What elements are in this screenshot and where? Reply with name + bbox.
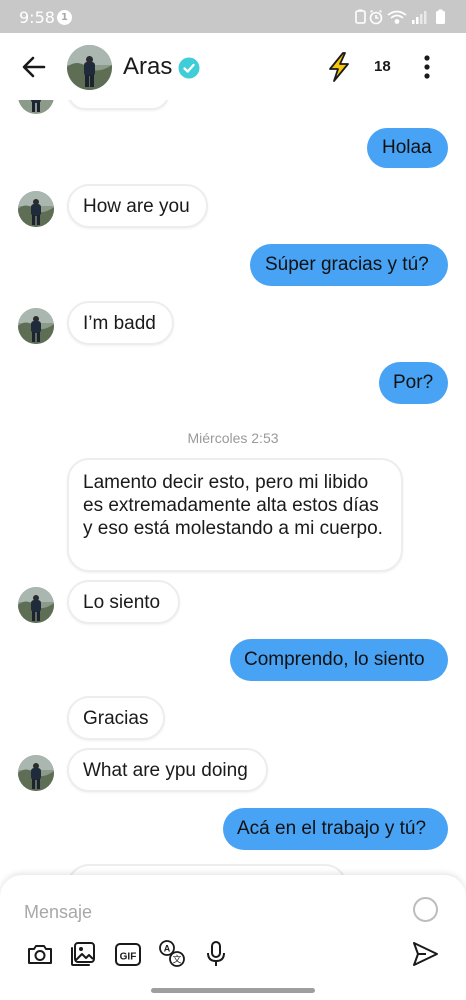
status-icons: [355, 9, 445, 25]
gallery-icon[interactable]: [68, 939, 98, 969]
contact-avatar-small: [18, 191, 54, 227]
battery-saver-icon: [355, 9, 366, 24]
home-indicator[interactable]: [151, 988, 315, 993]
send-icon[interactable]: [410, 939, 440, 969]
message-text: Gracias: [83, 708, 149, 729]
contact-name[interactable]: Aras: [123, 53, 172, 81]
contact-avatar-small: [18, 587, 54, 623]
message-text: Lo siento: [83, 592, 161, 613]
message-bubble-received[interactable]: I’m badd: [67, 301, 174, 345]
camera-icon[interactable]: [25, 939, 55, 969]
chat-header: Aras 18: [0, 33, 466, 100]
status-time: 9:58: [19, 8, 55, 27]
message-bubble-sent[interactable]: Acá en el trabajo y tú?: [223, 808, 448, 850]
message-list[interactable]: Holaa How are you Súper gracias y tú? I’…: [0, 100, 466, 875]
alarm-icon: [369, 9, 383, 25]
message-bubble-sent[interactable]: Por?: [379, 362, 448, 404]
message-bubble-received[interactable]: Lamento decir esto, pero mi libido es ex…: [67, 458, 403, 572]
contact-avatar[interactable]: [67, 45, 112, 90]
boost-lightning-icon[interactable]: [324, 51, 354, 83]
message-text: Lamento decir esto, pero mi libido es ex…: [83, 472, 383, 539]
verified-badge-icon: [178, 57, 200, 79]
wifi-icon: [387, 10, 407, 24]
message-bubble-received[interactable]: Lo siento: [67, 580, 180, 624]
message-text: Súper gracias y tú?: [265, 254, 429, 275]
emoji-button[interactable]: [413, 897, 438, 922]
status-bar: 9:58 1: [0, 0, 466, 33]
message-bubble-received[interactable]: What are ypu doing: [67, 748, 268, 792]
message-text: How are you: [83, 196, 190, 217]
notification-badge: 1: [57, 10, 72, 25]
svg-text:GIF: GIF: [120, 952, 137, 963]
message-bubble-received[interactable]: [67, 864, 347, 875]
battery-icon: [436, 9, 445, 24]
svg-text:文: 文: [172, 954, 181, 966]
message-text: I’m badd: [83, 313, 156, 334]
contact-avatar-small: [18, 308, 54, 344]
svg-text:A: A: [164, 944, 171, 954]
message-bubble-sent[interactable]: Holaa: [367, 128, 448, 168]
date-separator: Miércoles 2:53: [187, 430, 279, 446]
message-bubble-sent[interactable]: Comprendo, lo siento: [230, 639, 448, 681]
microphone-icon[interactable]: [201, 939, 231, 969]
message-bubble-received[interactable]: Gracias: [67, 696, 165, 740]
message-text: What are ypu doing: [83, 760, 248, 781]
boost-count: 18: [374, 58, 391, 75]
contact-avatar-small: [18, 100, 54, 114]
message-text: Holaa: [382, 137, 432, 158]
more-options-icon[interactable]: [416, 53, 438, 81]
signal-icon: [412, 11, 427, 24]
message-text: Por?: [393, 372, 434, 393]
translate-icon[interactable]: A 文: [157, 939, 187, 969]
message-bubble-received[interactable]: How are you: [67, 184, 208, 228]
message-text: Acá en el trabajo y tú?: [237, 818, 427, 839]
message-bubble-sent[interactable]: Súper gracias y tú?: [250, 244, 448, 286]
contact-avatar-small: [18, 755, 54, 791]
message-composer: GIF A 文: [0, 875, 466, 1000]
message-text: Comprendo, lo siento: [244, 649, 425, 670]
message-bubble-received[interactable]: [67, 100, 170, 110]
back-arrow-icon[interactable]: [20, 53, 48, 81]
message-input[interactable]: [24, 897, 394, 927]
gif-icon[interactable]: GIF: [113, 939, 143, 969]
